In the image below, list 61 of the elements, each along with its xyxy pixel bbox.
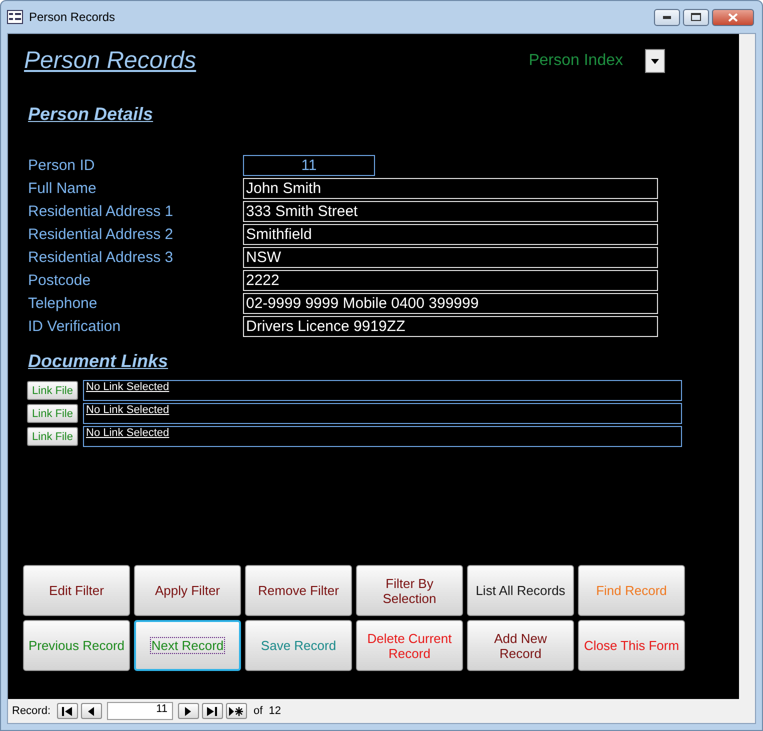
last-icon xyxy=(207,706,218,716)
maximize-icon xyxy=(691,13,701,21)
left-triangle-icon xyxy=(86,706,96,716)
first-icon xyxy=(62,706,72,716)
form-title: Person Records xyxy=(24,47,196,75)
input-field[interactable]: Smithfield xyxy=(243,224,658,245)
minimize-icon xyxy=(663,16,671,18)
command-button[interactable]: Add New Record xyxy=(467,620,574,671)
index-label: Person Index xyxy=(528,52,623,70)
form-icon xyxy=(7,10,23,24)
new-record-icon xyxy=(229,706,244,716)
command-button[interactable]: Close This Form xyxy=(578,620,685,671)
command-button[interactable]: Delete Current Record xyxy=(356,620,463,671)
link-file-button[interactable]: Link File xyxy=(27,404,78,423)
link-file-button[interactable]: Link File xyxy=(27,427,78,446)
document-link[interactable]: No Link Selected xyxy=(86,404,170,416)
field-label: Full Name xyxy=(28,180,98,197)
document-link[interactable]: No Link Selected xyxy=(86,381,170,393)
command-button[interactable]: Remove Filter xyxy=(245,565,352,616)
caret-icon xyxy=(651,58,659,64)
field-label: Residential Address 2 xyxy=(28,226,174,243)
command-button[interactable]: Next Record xyxy=(134,620,241,671)
scrollbar-track[interactable] xyxy=(739,34,755,699)
record-label: Record: xyxy=(12,705,51,717)
previous-record-button[interactable] xyxy=(80,703,102,719)
field-label: Residential Address 1 xyxy=(28,203,174,220)
first-record-button[interactable] xyxy=(56,703,78,719)
close-icon xyxy=(728,12,738,22)
command-button[interactable]: Filter By Selection xyxy=(356,565,463,616)
command-button[interactable]: Previous Record xyxy=(23,620,130,671)
input-field[interactable]: 02-9999 9999 Mobile 0400 399999 xyxy=(243,293,658,314)
close-button[interactable] xyxy=(712,8,754,26)
window-title: Person Records xyxy=(29,10,116,24)
last-record-button[interactable] xyxy=(202,703,223,719)
field-label: Residential Address 3 xyxy=(28,249,174,266)
record-count: 12 xyxy=(268,705,281,717)
minimize-button[interactable] xyxy=(654,8,680,26)
input-field[interactable]: John Smith xyxy=(243,178,658,199)
command-button[interactable]: Edit Filter xyxy=(23,565,130,616)
of-label: of xyxy=(254,705,263,717)
maximize-button[interactable] xyxy=(683,8,709,26)
field-label: Postcode xyxy=(28,272,92,289)
input-field[interactable]: 333 Smith Street xyxy=(243,201,658,222)
field-label: Telephone xyxy=(28,295,98,312)
right-triangle-icon xyxy=(183,706,194,716)
new-record-button[interactable] xyxy=(226,703,247,719)
command-button[interactable]: List All Records xyxy=(467,565,574,616)
field-label: ID Verification xyxy=(28,318,122,335)
document-link[interactable]: No Link Selected xyxy=(86,427,170,439)
section-heading: Person Details xyxy=(28,104,154,125)
input-field[interactable]: 2222 xyxy=(243,270,658,291)
field-label: Person ID xyxy=(28,157,96,174)
input-field[interactable]: NSW xyxy=(243,247,658,268)
input-field[interactable]: 11 xyxy=(243,155,375,176)
section-heading: Document Links xyxy=(28,351,170,372)
command-button[interactable]: Apply Filter xyxy=(134,565,241,616)
dropdown-button[interactable] xyxy=(645,49,665,73)
record-number-field[interactable]: 11 xyxy=(106,702,173,720)
next-record-button[interactable] xyxy=(178,703,199,719)
link-file-button[interactable]: Link File xyxy=(27,381,78,400)
input-field[interactable]: Drivers Licence 9919ZZ xyxy=(243,316,658,337)
